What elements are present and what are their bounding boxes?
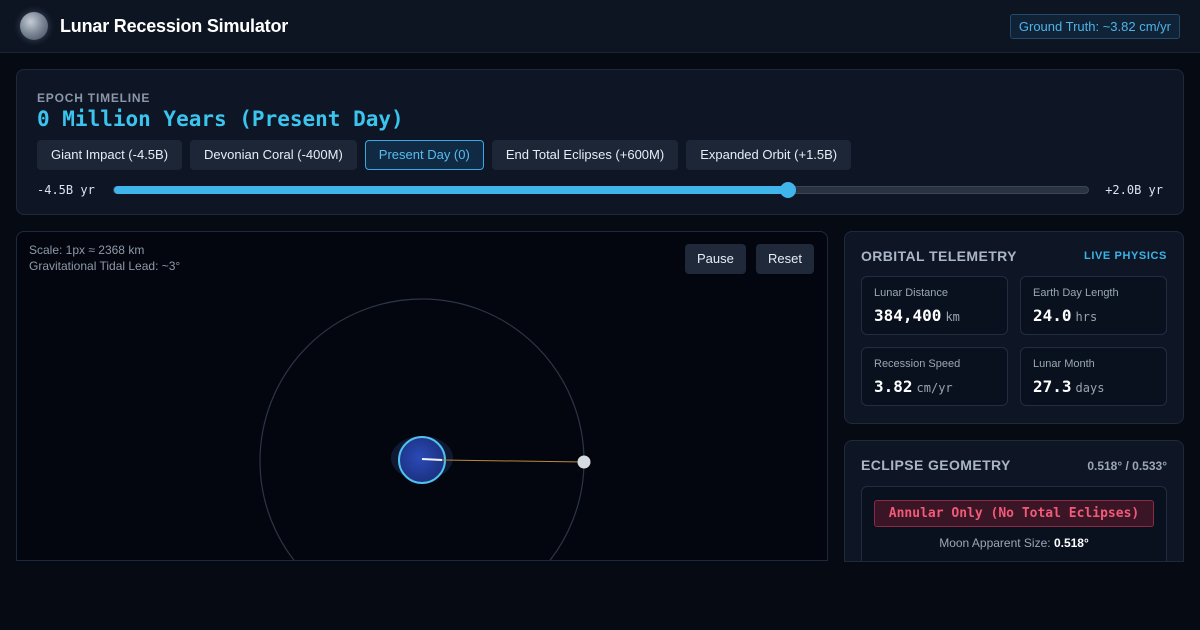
stat-unit: days (1075, 381, 1105, 395)
live-physics-tag: LIVE PHYSICS (1084, 250, 1167, 262)
timeline-label: EPOCH TIMELINE (37, 91, 151, 105)
epoch-slider-fill (114, 186, 788, 194)
stat-label: Earth Day Length (1033, 287, 1119, 299)
stat-earth-day-length: Earth Day Length 24.0 hrs (1020, 276, 1167, 335)
epoch-slider-thumb[interactable] (780, 182, 796, 198)
stat-lunar-distance: Lunar Distance 384,400 km (861, 276, 1008, 335)
lunar-orbit-path (259, 298, 585, 560)
pause-button[interactable]: Pause (685, 244, 746, 274)
stat-value: 3.82 cm/yr (874, 377, 953, 396)
current-epoch: 0 Million Years (Present Day) (37, 107, 404, 131)
stat-value: 27.3 days (1033, 377, 1105, 396)
stat-label: Lunar Month (1033, 358, 1095, 370)
earth-rotation-marker (421, 458, 443, 461)
gravity-vector-line (441, 459, 585, 463)
ground-truth-badge: Ground Truth: ~3.82 cm/yr (1009, 14, 1180, 39)
epoch-button-devonian-coral[interactable]: Devonian Coral (-400M) (190, 140, 357, 170)
epoch-button-expanded-orbit[interactable]: Expanded Orbit (+1.5B) (686, 140, 852, 170)
scale-readout: Scale: 1px ≈ 2368 km (29, 243, 145, 257)
epoch-button-present-day[interactable]: Present Day (0) (364, 140, 484, 170)
stat-value: 384,400 km (874, 306, 960, 325)
app-title: Lunar Recession Simulator (60, 16, 289, 36)
orbital-telemetry-panel: ORBITAL TELEMETRY LIVE PHYSICS Lunar Dis… (844, 231, 1184, 424)
eclipse-status-box: Annular Only (No Total Eclipses) Moon Ap… (861, 486, 1167, 561)
app-header: Lunar Recession Simulator Ground Truth: … (0, 0, 1200, 53)
stat-label: Recession Speed (874, 358, 961, 370)
stat-label: Lunar Distance (874, 287, 948, 299)
moon-body-icon[interactable] (577, 455, 591, 469)
moon-icon (20, 12, 48, 40)
range-min-label: -4.5B yr (37, 183, 95, 197)
tidal-lead-readout: Gravitational Tidal Lead: ~3° (29, 259, 181, 273)
moon-apparent-size: Moon Apparent Size: 0.518° (939, 536, 1089, 550)
epoch-button-giant-impact[interactable]: Giant Impact (-4.5B) (37, 140, 183, 170)
stat-unit: hrs (1075, 310, 1098, 324)
stat-lunar-month: Lunar Month 27.3 days (1020, 347, 1167, 406)
telemetry-title: ORBITAL TELEMETRY (861, 248, 1017, 264)
stat-value: 24.0 hrs (1033, 306, 1098, 325)
eclipse-geometry-panel: ECLIPSE GEOMETRY 0.518° / 0.533° Annular… (844, 440, 1184, 562)
orbit-simulation-canvas: Scale: 1px ≈ 2368 km Gravitational Tidal… (16, 231, 828, 561)
angular-size-readout: 0.518° / 0.533° (1087, 459, 1167, 473)
reset-button[interactable]: Reset (756, 244, 814, 274)
range-max-label: +2.0B yr (1105, 183, 1163, 197)
epoch-button-end-total-eclipses[interactable]: End Total Eclipses (+600M) (491, 140, 679, 170)
epoch-timeline-panel: EPOCH TIMELINE 0 Million Years (Present … (16, 69, 1184, 215)
epoch-slider[interactable] (113, 182, 1089, 198)
stat-unit: cm/yr (916, 381, 953, 395)
stat-recession-speed: Recession Speed 3.82 cm/yr (861, 347, 1008, 406)
orbit-diagram (259, 298, 591, 560)
stat-unit: km (945, 310, 960, 324)
eclipse-title: ECLIPSE GEOMETRY (861, 457, 1011, 473)
epoch-preset-buttons: Giant Impact (-4.5B) Devonian Coral (-40… (37, 140, 852, 170)
eclipse-status-badge: Annular Only (No Total Eclipses) (874, 500, 1154, 527)
